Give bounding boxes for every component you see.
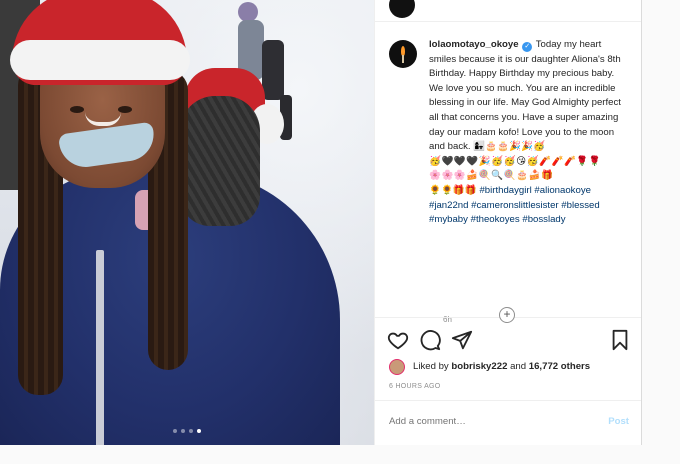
likes-row: Liked by bobrisky222 and 16,772 others <box>389 359 629 375</box>
hashtag-link[interactable]: #cameronslittlesister <box>471 200 558 211</box>
caption-emoji-line-1: 👩‍👧🎂🎂🎉🎉🥳 <box>473 141 545 153</box>
caption-body: Today my heart smiles because it is our … <box>429 39 621 153</box>
gray-glove <box>180 96 260 226</box>
likes-joiner: and <box>510 361 527 372</box>
liker-avatar[interactable] <box>389 359 405 375</box>
hashtag-link[interactable]: #bosslady <box>522 214 565 225</box>
carousel-dot[interactable] <box>181 429 185 433</box>
caption-text: lolaomotayo_okoye ✓ Today my heart smile… <box>429 38 625 228</box>
comment-input[interactable] <box>389 416 579 427</box>
carousel-dots <box>0 429 374 433</box>
carousel-dot[interactable] <box>173 429 177 433</box>
likes-prefix: Liked by <box>413 361 449 372</box>
liker-username[interactable]: bobrisky222 <box>451 361 507 372</box>
heart-icon[interactable] <box>387 329 411 353</box>
hashtag-link[interactable]: #mybaby <box>429 214 468 225</box>
eye-left <box>70 106 84 113</box>
page-bottom <box>0 445 680 464</box>
panel-header <box>375 0 641 22</box>
hashtag-link[interactable]: #blessed <box>561 200 599 211</box>
coat-zipper <box>96 250 104 445</box>
send-icon[interactable] <box>451 329 475 353</box>
carousel-dot[interactable] <box>189 429 193 433</box>
post-panel: lolaomotayo_okoye ✓ Today my heart smile… <box>374 0 642 445</box>
candle-icon <box>402 55 404 63</box>
author-username[interactable]: lolaomotayo_okoye <box>429 39 519 50</box>
caption-emoji-line-3: 🌸🌸🌸🍰🍭🔍🍭🎂🍰🎁 <box>429 170 554 182</box>
header-avatar[interactable] <box>389 0 415 18</box>
hashtag-link[interactable]: #birthdaygirl <box>479 185 531 196</box>
likes-text: Liked by bobrisky222 and 16,772 others <box>413 359 590 375</box>
comment-bar: Post <box>375 400 641 445</box>
post-photo[interactable] <box>0 0 374 445</box>
post-comment-button[interactable]: Post <box>608 416 629 427</box>
bookmark-icon[interactable] <box>609 329 633 353</box>
caption-emoji-line-2: 🥳🖤🖤🖤🎉🥳🥳😘🥳🧨🧨🧨🌹🌹 <box>429 155 602 167</box>
author-avatar[interactable] <box>389 40 417 68</box>
comment-icon[interactable] <box>419 329 443 353</box>
carousel-dot[interactable] <box>197 429 201 433</box>
hashtag-link[interactable]: #alionaokoye <box>534 185 591 196</box>
post-timestamp[interactable]: 6 HOURS AGO <box>389 383 441 390</box>
verified-badge-icon: ✓ <box>522 42 533 52</box>
hashtag-link[interactable]: #jan22nd <box>429 200 468 211</box>
likes-count[interactable]: 16,772 others <box>529 361 590 372</box>
action-bar <box>375 327 641 355</box>
load-more-comments-button[interactable]: + <box>499 307 515 323</box>
caption-emoji-line-4: 🌻🌻🎁🎁 <box>429 184 477 196</box>
santa-hat-brim <box>10 40 190 80</box>
hashtag-link[interactable]: #theokoyes <box>471 214 520 225</box>
